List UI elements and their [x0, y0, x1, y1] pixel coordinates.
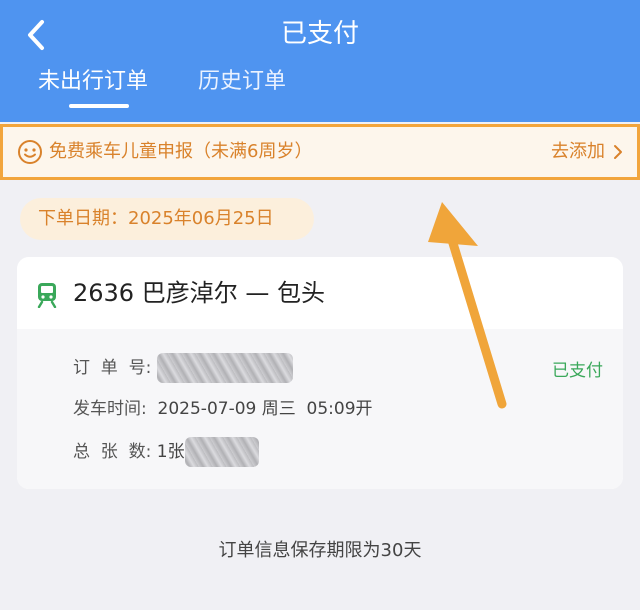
- order-number-label: 订 单 号:: [73, 358, 152, 378]
- active-tab-indicator: [69, 104, 129, 108]
- banner-text: 免费乘车儿童申报（未满6周岁）: [49, 141, 313, 162]
- departure-row: 发车时间: 2025-07-09 周三 05:09开: [73, 395, 373, 423]
- departure-value: 2025-07-09 周三 05:09开: [157, 399, 373, 419]
- order-card[interactable]: 2636 巴彦淖尔 — 包头 订 单 号: 发车时间: 2025-07-09 周…: [17, 257, 623, 489]
- order-date-badge: 下单日期：2025年06月25日: [20, 198, 314, 240]
- order-details: 订 单 号: 发车时间: 2025-07-09 周三 05:09开 总 张 数:…: [17, 329, 623, 489]
- add-child-link[interactable]: 去添加: [551, 127, 605, 177]
- ticket-count-row: 总 张 数: 1张: [73, 437, 259, 467]
- ticket-count-value: 1张: [156, 442, 185, 462]
- page-title: 已支付: [280, 19, 359, 49]
- redacted-passenger-info: [184, 437, 259, 467]
- ticket-count-label: 总 张 数:: [73, 442, 152, 462]
- tab-history-orders[interactable]: 历史订单: [198, 64, 286, 100]
- order-number-row: 订 单 号:: [73, 353, 293, 383]
- order-date-value: 2025年06月25日: [128, 208, 274, 229]
- order-date-label: 下单日期：: [38, 208, 128, 229]
- payment-status-badge: 已支付: [552, 361, 603, 381]
- train-icon: [37, 283, 57, 308]
- smiley-icon: [18, 140, 42, 164]
- tab-upcoming-orders[interactable]: 未出行订单: [38, 64, 148, 100]
- annotation-arrow: [428, 202, 507, 409]
- retention-note: 订单信息保存期限为30天: [218, 540, 422, 561]
- chevron-right-icon[interactable]: [611, 143, 625, 161]
- app-header: 已支付 未出行订单 历史订单: [0, 0, 640, 122]
- train-route-title: 2636 巴彦淖尔 — 包头: [73, 279, 325, 307]
- departure-label: 发车时间:: [73, 399, 147, 419]
- redacted-order-number: [156, 353, 293, 383]
- order-card-header: 2636 巴彦淖尔 — 包头: [17, 257, 623, 329]
- child-declaration-banner[interactable]: 免费乘车儿童申报（未满6周岁） 去添加: [0, 124, 640, 180]
